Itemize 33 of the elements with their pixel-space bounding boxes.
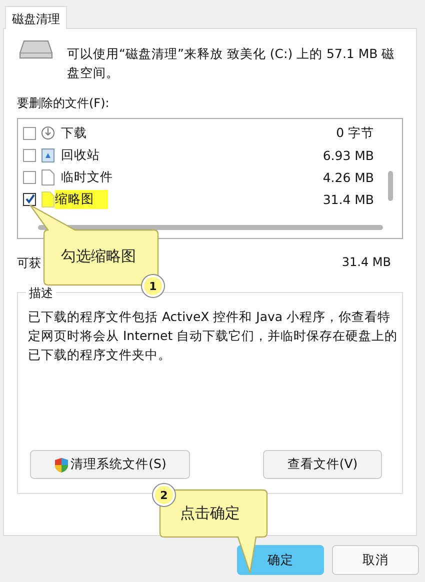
file-size: 31.4 MB [322, 192, 374, 206]
step-badge: 1 [142, 275, 164, 297]
drive-icon [19, 40, 53, 60]
header-text: 可以使用“磁盘清理”来释放 致美化 (C:) 上的 57.1 MB 磁盘空间。 [67, 45, 396, 82]
panel-button[interactable]: 清理系统文件(S) [30, 450, 190, 479]
description-legend: 描述 [26, 285, 56, 302]
shield-icon [54, 456, 69, 472]
scrollbar-thumb[interactable] [38, 225, 383, 230]
file-name: 下载 [61, 124, 88, 142]
file-size: 0 字节 [336, 124, 374, 142]
checkbox[interactable] [23, 148, 36, 162]
gain-label: 可获 [17, 255, 41, 272]
callout-text: 勾选缩略图 [61, 247, 136, 266]
file-icon [41, 168, 55, 186]
tab[interactable]: 磁盘清理 [5, 6, 67, 29]
dialog-button[interactable]: 确定 [237, 545, 324, 575]
checkbox[interactable] [23, 126, 36, 140]
description-text: 已下载的程序文件包括 ActiveX 控件和 Java 小程序，你查看特定网页时将会从 Internet 自动下载它们，并临时保存在硬盘上的已下载的程序文件夹中。 [28, 308, 398, 364]
dialog-button[interactable]: 取消 [332, 545, 419, 575]
gain-value: 31.4 MB [342, 255, 391, 271]
file-name: 回收站 [61, 146, 101, 164]
file-size: 6.93 MB [322, 148, 374, 162]
files-label: 要删除的文件(F): [17, 95, 110, 112]
recycle-bin-icon [41, 147, 55, 163]
checkbox[interactable] [23, 192, 36, 206]
step-badge: 2 [153, 484, 175, 506]
checkbox[interactable] [23, 170, 36, 184]
file-name: 临时文件 [61, 168, 114, 186]
scrollbar-thumb[interactable] [388, 171, 393, 201]
panel-button[interactable]: 查看文件(V) [263, 450, 382, 479]
download-icon [41, 125, 55, 141]
callout-text: 点击确定 [180, 504, 240, 523]
file-size: 4.26 MB [322, 170, 374, 184]
